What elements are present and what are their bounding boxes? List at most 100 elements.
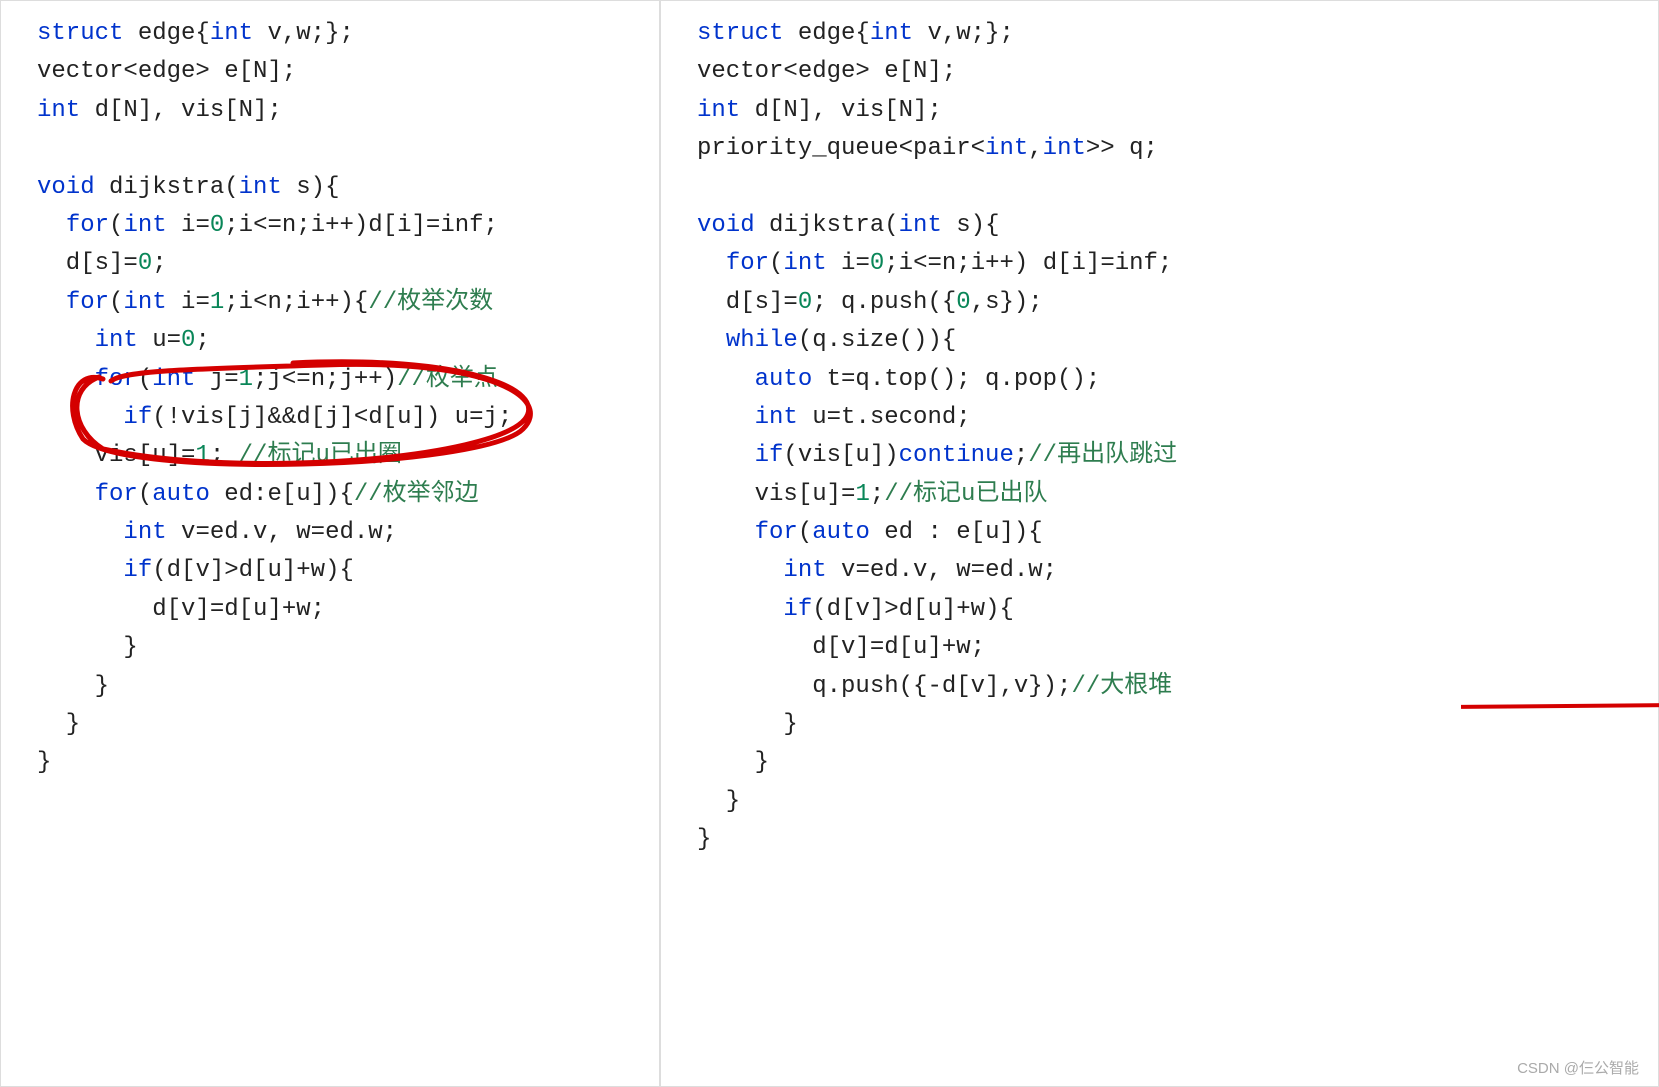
code-token-txt [697, 557, 783, 584]
left-code: struct edge{int v,w;}; vector<edge> e[N]… [37, 15, 647, 783]
code-token-txt: ; [210, 442, 239, 469]
code-token-txt: } [697, 826, 711, 853]
code-token-txt [37, 481, 95, 508]
code-token-num: 0 [870, 250, 884, 277]
code-token-txt: v,w;}; [253, 20, 354, 47]
code-token-txt: (d[v]>d[u]+w){ [152, 557, 354, 584]
code-token-txt: ed : e[u]){ [870, 519, 1043, 546]
code-token-kw: int [985, 135, 1028, 162]
code-token-kw: int [1043, 135, 1086, 162]
code-token-cm: //枚举邻边 [354, 481, 479, 508]
code-token-kw: int [123, 289, 166, 316]
code-token-txt [697, 366, 755, 393]
code-token-txt: ;i<n;i++){ [224, 289, 368, 316]
right-code: struct edge{int v,w;}; vector<edge> e[N]… [697, 15, 1646, 860]
code-token-kw: if [123, 404, 152, 431]
code-token-txt: d[N], vis[N]; [80, 97, 282, 124]
code-token-txt [697, 442, 755, 469]
watermark: CSDN @仨公智能 [1517, 1057, 1639, 1081]
code-token-kw: auto [812, 519, 870, 546]
code-token-txt: v,w;}; [913, 20, 1014, 47]
code-token-txt: s){ [942, 212, 1000, 239]
code-token-txt: (q.size()){ [798, 327, 956, 354]
code-token-txt [697, 596, 783, 623]
code-token-kw: auto [755, 366, 813, 393]
code-token-txt: edge{ [783, 20, 869, 47]
code-token-num: 0 [210, 212, 224, 239]
code-token-txt: v=ed.v, w=ed.w; [827, 557, 1057, 584]
code-token-kw: void [697, 212, 755, 239]
code-token-kw: if [123, 557, 152, 584]
code-token-txt: edge{ [123, 20, 209, 47]
code-token-num: 0 [798, 289, 812, 316]
code-token-txt: ; [152, 250, 166, 277]
code-token-txt: ; [870, 481, 884, 508]
code-token-txt [37, 212, 66, 239]
code-token-kw: int [123, 212, 166, 239]
code-token-txt: ( [138, 481, 152, 508]
code-token-num: 1 [195, 442, 209, 469]
code-token-txt: v=ed.v, w=ed.w; [167, 519, 397, 546]
code-token-txt: >> q; [1086, 135, 1158, 162]
code-token-kw: int [95, 327, 138, 354]
code-token-txt: d[v]=d[u]+w; [697, 634, 985, 661]
code-token-kw: int [152, 366, 195, 393]
code-token-txt [37, 289, 66, 316]
code-token-cm: //枚举点 [397, 366, 498, 393]
code-token-txt: vis[u]= [697, 481, 855, 508]
code-token-txt: t=q.top(); q.pop(); [812, 366, 1100, 393]
code-token-txt: ( [769, 250, 783, 277]
code-token-txt: } [697, 711, 798, 738]
code-token-cm: //标记u已出队 [884, 481, 1047, 508]
code-token-kw: int [899, 212, 942, 239]
code-token-txt: } [37, 711, 80, 738]
code-token-txt: ed:e[u]){ [210, 481, 354, 508]
code-token-txt: d[v]=d[u]+w; [37, 596, 325, 623]
code-token-txt: ;i<=n;i++) d[i]=inf; [884, 250, 1172, 277]
code-token-txt [697, 519, 755, 546]
code-token-num: 1 [210, 289, 224, 316]
code-token-txt: dijkstra( [95, 174, 239, 201]
code-token-kw: for [95, 481, 138, 508]
code-token-txt: } [37, 673, 109, 700]
code-token-kw: continue [899, 442, 1014, 469]
code-token-kw: while [726, 327, 798, 354]
code-token-cm: //枚举次数 [368, 289, 493, 316]
left-code-panel: struct edge{int v,w;}; vector<edge> e[N]… [0, 0, 660, 1087]
code-token-txt: } [697, 749, 769, 776]
code-token-txt: ,s}); [971, 289, 1043, 316]
code-token-txt: i= [167, 212, 210, 239]
code-token-txt: ; q.push({ [812, 289, 956, 316]
code-token-txt: ; [1014, 442, 1028, 469]
code-token-txt: (!vis[j]&&d[j]<d[u]) u=j; [152, 404, 512, 431]
code-token-kw: int [210, 20, 253, 47]
code-token-txt: ( [109, 289, 123, 316]
code-token-kw: int [697, 97, 740, 124]
code-token-kw: auto [152, 481, 210, 508]
code-token-txt: ;i<=n;i++)d[i]=inf; [224, 212, 498, 239]
code-token-txt: j= [195, 366, 238, 393]
code-token-txt: u= [138, 327, 181, 354]
code-token-num: 0 [181, 327, 195, 354]
code-token-kw: int [783, 557, 826, 584]
code-token-kw: for [66, 289, 109, 316]
code-token-txt: ( [138, 366, 152, 393]
code-token-txt: vis[u]= [37, 442, 195, 469]
code-token-txt [37, 366, 95, 393]
code-token-txt [37, 404, 123, 431]
code-token-kw: int [870, 20, 913, 47]
code-token-txt [37, 557, 123, 584]
code-token-num: 1 [239, 366, 253, 393]
code-token-kw: struct [37, 20, 123, 47]
right-code-panel: struct edge{int v,w;}; vector<edge> e[N]… [660, 0, 1659, 1087]
code-token-kw: for [726, 250, 769, 277]
code-token-txt: d[s]= [37, 250, 138, 277]
code-token-num: 1 [855, 481, 869, 508]
code-token-kw: for [95, 366, 138, 393]
code-token-kw: int [123, 519, 166, 546]
code-token-txt: dijkstra( [755, 212, 899, 239]
code-columns: struct edge{int v,w;}; vector<edge> e[N]… [0, 0, 1659, 1087]
code-token-kw: int [755, 404, 798, 431]
code-token-txt: i= [167, 289, 210, 316]
code-token-num: 0 [956, 289, 970, 316]
